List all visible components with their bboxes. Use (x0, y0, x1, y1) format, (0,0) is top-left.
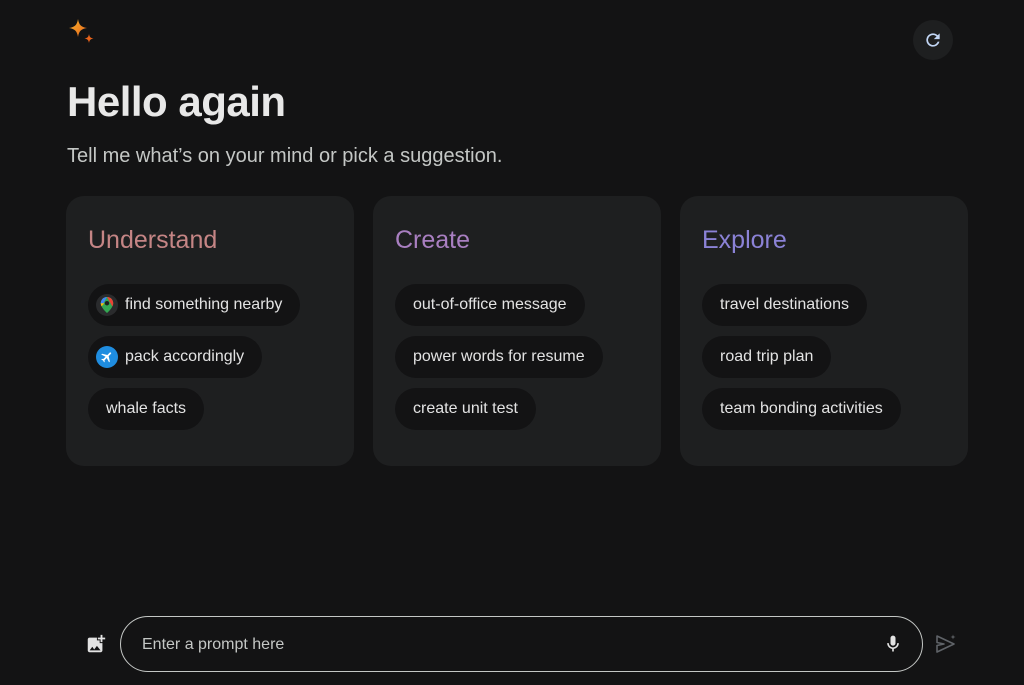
sparkle-icon (68, 18, 96, 46)
chip-label: find something nearby (125, 296, 283, 313)
chip-label: travel destinations (720, 296, 849, 313)
card-create: Create out-of-office message power words… (373, 196, 661, 466)
flight-icon (96, 346, 118, 368)
suggestion-chip[interactable]: road trip plan (702, 336, 832, 378)
chip-list: find something nearby pack accordingly w… (88, 284, 332, 430)
chip-list: out-of-office message power words for re… (395, 284, 639, 430)
suggestion-chip[interactable]: team bonding activities (702, 388, 901, 430)
suggestion-chip[interactable]: power words for resume (395, 336, 603, 378)
page: Hello again Tell me what’s on your mind … (0, 0, 1024, 685)
card-title: Explore (702, 226, 787, 254)
suggestion-chip[interactable]: pack accordingly (88, 336, 263, 378)
prompt-bar (0, 614, 1024, 674)
microphone-icon (883, 633, 903, 655)
add-image-button[interactable] (82, 630, 110, 658)
suggestion-chip[interactable]: whale facts (88, 388, 205, 430)
prompt-box (120, 616, 923, 673)
card-explore: Explore travel destinations road trip pl… (680, 196, 968, 466)
refresh-button[interactable] (913, 20, 953, 60)
suggestion-cards: Understand find something nearby pack ac… (66, 196, 968, 466)
send-button[interactable] (932, 630, 960, 658)
add-image-icon (85, 633, 107, 655)
chip-label: create unit test (413, 400, 518, 417)
chip-label: pack accordingly (125, 348, 245, 365)
chip-label: whale facts (106, 400, 187, 417)
chip-label: power words for resume (413, 348, 585, 365)
suggestion-chip[interactable]: find something nearby (88, 284, 301, 326)
prompt-input[interactable] (140, 617, 864, 673)
card-title: Create (395, 226, 471, 254)
suggestion-chip[interactable]: out-of-office message (395, 284, 585, 326)
card-title: Understand (88, 226, 218, 254)
microphone-button[interactable] (880, 631, 906, 657)
greeting-title: Hello again (67, 78, 286, 125)
greeting-subtitle: Tell me what’s on your mind or pick a su… (67, 145, 503, 167)
chip-label: road trip plan (720, 348, 814, 365)
suggestion-chip[interactable]: travel destinations (702, 284, 867, 326)
chip-label: team bonding activities (720, 400, 883, 417)
card-understand: Understand find something nearby pack ac… (66, 196, 354, 466)
send-icon (934, 632, 958, 656)
refresh-icon (923, 30, 943, 50)
maps-pin-icon (96, 294, 118, 316)
chip-list: travel destinations road trip plan team … (702, 284, 946, 430)
chip-label: out-of-office message (413, 296, 567, 313)
suggestion-chip[interactable]: create unit test (395, 388, 536, 430)
